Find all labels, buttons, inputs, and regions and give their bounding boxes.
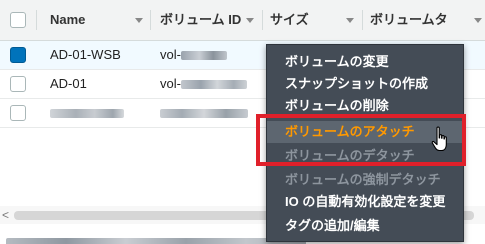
volume-id-prefix: vol- <box>160 76 181 91</box>
menu-item-modify-volume[interactable]: ボリュームの変更 <box>267 51 463 73</box>
row-checkbox[interactable] <box>10 76 26 92</box>
column-separator <box>262 10 263 30</box>
sort-caret-icon[interactable] <box>474 18 482 23</box>
column-header-name[interactable]: Name <box>50 0 85 40</box>
volumes-screen: Name ボリューム ID サイズ ボリュームタ AD-01-WSB vol- … <box>0 0 485 244</box>
sort-caret-icon[interactable] <box>346 18 354 23</box>
menu-item-change-auto-enable-io[interactable]: IO の自動有効化設定を変更 <box>267 191 463 213</box>
redacted-value <box>180 51 227 61</box>
menu-item-create-snapshot[interactable]: スナップショットの作成 <box>267 73 463 95</box>
menu-item-add-edit-tags[interactable]: タグの追加/編集 <box>267 215 463 237</box>
column-header-volume-id[interactable]: ボリューム ID <box>160 0 241 40</box>
volume-id-prefix: vol- <box>160 47 181 62</box>
scroll-left-icon[interactable]: < <box>2 206 9 224</box>
volume-id: vol- <box>160 41 227 69</box>
column-header-size[interactable]: サイズ <box>270 0 309 40</box>
sort-caret-icon[interactable] <box>246 18 254 23</box>
column-separator <box>150 10 151 30</box>
column-header-volume-type[interactable]: ボリュームタ <box>370 0 448 40</box>
volume-name: AD-01 <box>50 76 87 91</box>
menu-item-force-detach-volume: ボリュームの強制デタッチ <box>285 172 441 187</box>
volume-name <box>50 99 124 127</box>
column-separator <box>36 10 37 30</box>
sort-caret-icon[interactable] <box>135 18 143 23</box>
row-checkbox[interactable] <box>10 105 26 121</box>
redacted-value <box>50 109 124 119</box>
hand-pointer-cursor-icon <box>431 126 447 152</box>
table-header: Name ボリューム ID サイズ ボリュームタ <box>0 0 485 41</box>
redacted-value <box>180 80 247 90</box>
redacted-value <box>6 238 306 244</box>
volume-id <box>160 99 248 127</box>
volume-id: vol- <box>160 70 247 98</box>
row-checkbox[interactable] <box>10 47 26 63</box>
column-separator <box>362 10 363 30</box>
redacted-value <box>160 109 248 119</box>
select-all-checkbox[interactable] <box>10 12 26 28</box>
volume-name: AD-01-WSB <box>50 47 121 62</box>
